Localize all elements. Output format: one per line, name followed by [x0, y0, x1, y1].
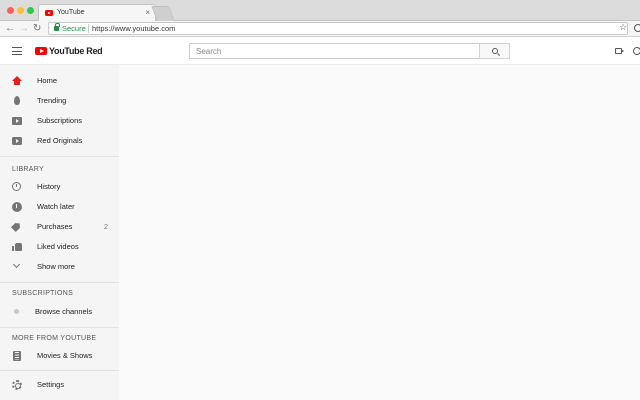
sidebar-item-show-more[interactable]: Show more	[0, 257, 119, 277]
sidebar-item-label: Purchases	[37, 222, 73, 231]
divider	[0, 282, 119, 283]
sidebar-item-label: Watch later	[37, 202, 75, 211]
tab-title: YouTube	[57, 9, 85, 16]
sidebar-item-settings[interactable]: Settings	[0, 375, 119, 395]
youtube-header: YouTube Red Search	[0, 37, 640, 65]
divider	[0, 156, 119, 157]
search-button[interactable]	[479, 43, 510, 59]
chevron-down-icon	[12, 260, 21, 269]
sidebar-item-label: Settings	[37, 380, 65, 389]
browse-channels-icon	[14, 309, 19, 314]
bookmark-star-icon[interactable]: ☆	[619, 22, 627, 33]
youtube-logo-icon	[35, 47, 47, 55]
sidebar-item-label: Trending	[37, 96, 67, 105]
sidebar-item-history[interactable]: History	[0, 177, 119, 197]
section-title-subscriptions: SUBSCRIPTIONS	[12, 290, 74, 297]
url-separator	[88, 24, 89, 33]
forward-arrow-icon[interactable]: →	[19, 22, 29, 35]
logo-text: YouTube Red	[49, 46, 103, 56]
url-text[interactable]: https://www.youtube.com	[92, 24, 175, 34]
search-icon	[492, 48, 498, 54]
home-icon	[12, 76, 22, 86]
lock-icon	[54, 23, 60, 31]
history-icon	[12, 182, 21, 191]
address-bar[interactable]: Secure https://www.youtube.com	[48, 22, 628, 35]
sidebar-item-label: History	[37, 182, 61, 191]
youtube-favicon-icon	[45, 10, 53, 16]
sidebar-item-label: Liked videos	[37, 242, 79, 251]
hamburger-menu-icon[interactable]	[12, 47, 22, 55]
movies-icon	[13, 351, 21, 361]
divider	[0, 370, 119, 371]
red-originals-icon	[12, 137, 22, 145]
main-content	[119, 65, 640, 400]
sidebar-item-watch-later[interactable]: Watch later	[0, 197, 119, 217]
browser-menu-icon[interactable]	[634, 24, 640, 32]
reload-icon[interactable]: ↻	[33, 22, 41, 35]
sidebar-item-label: Home	[37, 76, 58, 85]
sidebar-item-label: Movies & Shows	[37, 351, 93, 360]
sidebar-item-trending[interactable]: Trending	[0, 91, 119, 111]
subscriptions-icon	[12, 117, 22, 125]
sidebar-item-subscriptions[interactable]: Subscriptions	[0, 111, 119, 131]
search-placeholder: Search	[196, 47, 222, 56]
liked-videos-icon	[12, 242, 22, 251]
sidebar: Home Trending Subscriptions Red Original…	[0, 65, 119, 400]
sidebar-item-red-originals[interactable]: Red Originals	[0, 131, 119, 151]
window-maximize-button[interactable]	[27, 7, 34, 14]
purchases-icon	[11, 221, 22, 232]
window-close-button[interactable]	[7, 7, 14, 14]
section-title-library: LIBRARY	[12, 166, 44, 173]
browser-toolbar: ← → ↻ Secure https://www.youtube.com	[0, 21, 640, 37]
back-arrow-icon[interactable]: ←	[5, 22, 15, 35]
window-minimize-button[interactable]	[17, 7, 24, 14]
sidebar-item-label: Red Originals	[37, 136, 83, 145]
sidebar-item-purchases[interactable]: Purchases 2	[0, 217, 119, 237]
divider	[0, 327, 119, 328]
sidebar-item-label: Browse channels	[35, 307, 93, 316]
browser-tab[interactable]: YouTube ×	[38, 4, 156, 21]
sidebar-item-label: Show more	[37, 262, 75, 271]
purchases-count: 2	[103, 222, 108, 231]
browser-titlebar: YouTube ×	[0, 0, 640, 21]
search-input[interactable]: Search	[189, 43, 479, 59]
sidebar-item-browse-channels[interactable]: Browse channels	[0, 302, 119, 322]
upload-video-icon[interactable]	[615, 48, 624, 54]
tab-close-icon[interactable]: ×	[145, 8, 150, 17]
sidebar-item-home[interactable]: Home	[0, 71, 119, 91]
sidebar-item-liked-videos[interactable]: Liked videos	[0, 237, 119, 257]
secure-label: Secure	[62, 24, 86, 33]
sidebar-item-movies-shows[interactable]: Movies & Shows	[0, 346, 119, 366]
gear-icon	[12, 380, 22, 390]
section-title-more-from-youtube: MORE FROM YOUTUBE	[12, 335, 97, 342]
watch-later-icon	[12, 202, 22, 212]
sidebar-item-label: Subscriptions	[37, 116, 83, 125]
trending-icon	[14, 96, 20, 105]
apps-icon[interactable]	[633, 47, 640, 55]
